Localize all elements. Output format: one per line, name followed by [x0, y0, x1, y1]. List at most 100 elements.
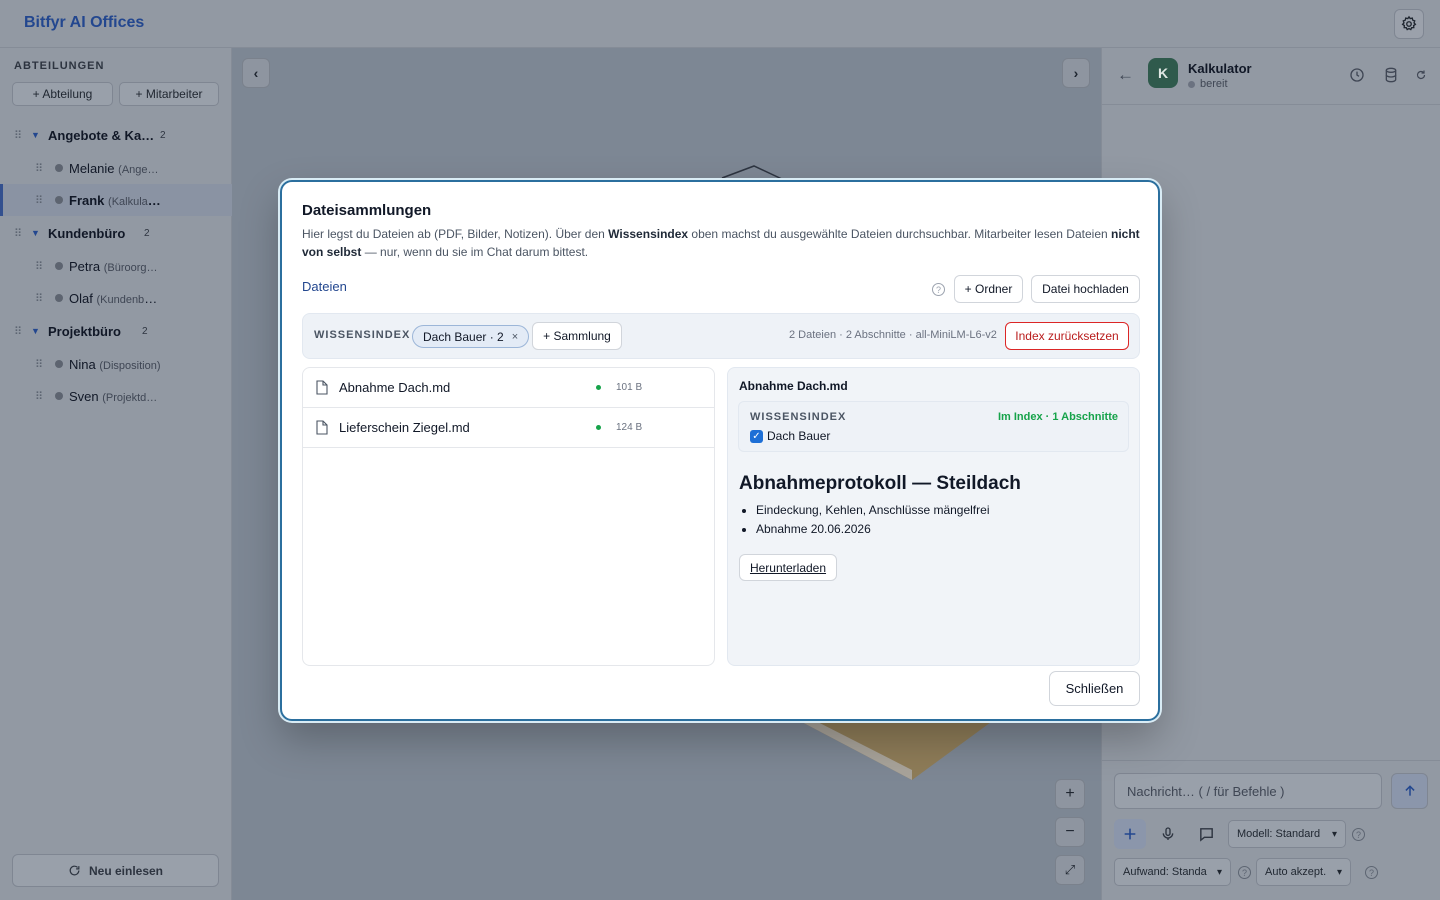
employee-row[interactable]: ⠿ Nina (Disposition) [0, 348, 232, 380]
zoom-out-button[interactable]: − [1055, 817, 1085, 847]
chevron-down-icon: ▾ [1336, 866, 1342, 878]
file-row[interactable]: Abnahme Dach.md 101 B [303, 368, 714, 408]
help-icon[interactable]: ? [1238, 866, 1251, 879]
file-icon [316, 380, 328, 395]
model-select[interactable]: Modell: Standard ▾ [1228, 820, 1346, 848]
preview-list: Eindeckung, Kehlen, Anschlüsse mängelfre… [756, 501, 989, 539]
effort-select[interactable]: Aufwand: Standa ▾ [1114, 858, 1231, 886]
employee-name: Nina (Disposition) [69, 356, 161, 372]
file-list: Abnahme Dach.md 101 B Lieferschein Ziege… [302, 367, 715, 666]
reload-label: Neu einlesen [88, 863, 164, 878]
department-count: 2 [144, 227, 150, 239]
status-dot [55, 360, 63, 368]
checkmark-icon[interactable]: ✓ [750, 429, 763, 443]
employee-row[interactable]: ⠿ Sven (Projektd… [0, 380, 232, 412]
file-name: Abnahme Dach.md [339, 380, 451, 395]
employee-row-selected[interactable]: ⠿ Frank (Kalkulat… [0, 184, 232, 216]
employee-name: Sven (Projektd… [69, 388, 158, 404]
collection-chip[interactable]: Dach Bauer · 2 × [412, 325, 530, 348]
download-button[interactable]: Herunterladen [739, 554, 837, 581]
send-button[interactable] [1391, 773, 1428, 809]
top-bar: Bitfyr AI Offices [0, 0, 1440, 48]
chevron-down-icon[interactable]: ▼ [31, 326, 40, 336]
arrow-up-icon [1404, 785, 1415, 796]
drag-handle-icon[interactable]: ⠿ [14, 129, 22, 142]
message-input[interactable]: Nachricht… ( / für Befehle ) [1114, 773, 1382, 809]
chevron-down-icon[interactable]: ▼ [31, 130, 40, 140]
department-count: 2 [160, 129, 166, 141]
previous-floor-button[interactable]: ‹ [242, 58, 270, 88]
next-floor-button[interactable]: › [1062, 58, 1090, 88]
collection-checkbox[interactable]: ✓ Dach Bauer [750, 429, 830, 443]
settings-button[interactable] [1394, 9, 1424, 39]
department-name: Kundenbüro [48, 225, 126, 241]
drag-handle-icon[interactable]: ⠿ [35, 194, 43, 207]
department-row[interactable]: ⠿ ▼ Projektbüro 2 [0, 314, 232, 348]
help-icon[interactable]: ? [1352, 828, 1365, 841]
reload-button[interactable]: Neu einlesen [12, 854, 219, 887]
microphone-icon [1162, 827, 1174, 840]
back-arrow-icon[interactable]: ← [1117, 65, 1134, 85]
employee-name: Olaf (Kundenbe… [69, 290, 161, 306]
fit-view-button[interactable]: ⤢ [1055, 855, 1085, 885]
file-size: 101 B [616, 382, 643, 393]
preview-index-box: WISSENSINDEX Im Index · 1 Abschnitte ✓ D… [738, 401, 1129, 452]
employee-row[interactable]: ⠿ Olaf (Kundenbe… [0, 282, 232, 314]
index-info: 2 Dateien · 2 Abschnitte · all-MiniLM-L6… [789, 329, 997, 341]
indexed-dot [596, 425, 601, 430]
department-count: 2 [142, 325, 148, 337]
status-dot [55, 392, 63, 400]
department-row[interactable]: ⠿ ▼ Angebote & Kal… 2 [0, 118, 232, 152]
add-employee-button[interactable]: + Mitarbeiter [119, 82, 219, 106]
file-size: 124 B [616, 422, 643, 433]
employee-row[interactable]: ⠿ Melanie (Ange… [0, 152, 232, 184]
drag-handle-icon[interactable]: ⠿ [14, 227, 22, 240]
reset-index-button[interactable]: Index zurücksetzen [1005, 322, 1129, 350]
drag-handle-icon[interactable]: ⠿ [35, 292, 43, 305]
comment-button[interactable] [1190, 819, 1222, 849]
agent-name: Kalkulator [1188, 61, 1252, 76]
attach-button[interactable] [1114, 819, 1146, 849]
chevron-down-icon[interactable]: ▼ [31, 228, 40, 238]
drag-handle-icon[interactable]: ⠿ [35, 390, 43, 403]
status-dot [55, 262, 63, 270]
department-row[interactable]: ⠿ ▼ Kundenbüro 2 [0, 216, 232, 250]
dialog-title: Dateisammlungen [302, 202, 432, 219]
app-title[interactable]: Bitfyr AI Offices [24, 14, 144, 32]
chat-header: ← K Kalkulator bereit [1102, 48, 1440, 105]
add-department-button[interactable]: + Abteilung [12, 82, 113, 106]
auto-accept-select[interactable]: Auto akzept. ▾ [1256, 858, 1351, 886]
tab-files[interactable]: Dateien [302, 279, 347, 294]
add-collection-button[interactable]: + Sammlung [532, 322, 622, 350]
employee-name: Melanie (Ange… [69, 160, 159, 176]
employee-row[interactable]: ⠿ Petra (Büroorg… [0, 250, 232, 282]
file-name: Lieferschein Ziegel.md [339, 420, 470, 435]
add-folder-button[interactable]: + Ordner [954, 275, 1023, 303]
department-tree: ⠿ ▼ Angebote & Kal… 2 ⠿ Melanie (Ange… ⠿… [0, 118, 232, 412]
list-item: Eindeckung, Kehlen, Anschlüsse mängelfre… [756, 501, 989, 520]
index-label: WISSENSINDEX [314, 329, 411, 341]
file-preview: Abnahme Dach.md WISSENSINDEX Im Index · … [727, 367, 1140, 666]
file-row[interactable]: Lieferschein Ziegel.md 124 B [303, 408, 714, 448]
upload-file-button[interactable]: Datei hochladen [1031, 275, 1140, 303]
drag-handle-icon[interactable]: ⠿ [35, 358, 43, 371]
database-icon[interactable] [1383, 67, 1399, 83]
close-icon[interactable]: × [512, 331, 518, 343]
file-icon [316, 420, 328, 435]
close-dialog-button[interactable]: Schließen [1049, 671, 1140, 706]
zoom-in-button[interactable]: + [1055, 779, 1085, 809]
microphone-button[interactable] [1152, 819, 1184, 849]
status-dot [1188, 80, 1195, 88]
history-icon[interactable] [1349, 67, 1365, 83]
avatar: K [1148, 58, 1178, 88]
sidebar-title: ABTEILUNGEN [14, 60, 105, 72]
agent-status: bereit [1188, 78, 1228, 90]
drag-handle-icon[interactable]: ⠿ [14, 325, 22, 338]
help-icon[interactable]: ? [932, 283, 945, 296]
status-dot [55, 294, 63, 302]
drag-handle-icon[interactable]: ⠿ [35, 162, 43, 175]
drag-handle-icon[interactable]: ⠿ [35, 260, 43, 273]
knowledge-index-bar: WISSENSINDEX Dach Bauer · 2 × + Sammlung… [302, 313, 1140, 359]
reset-icon[interactable] [1415, 67, 1427, 83]
help-icon[interactable]: ? [1365, 866, 1378, 879]
